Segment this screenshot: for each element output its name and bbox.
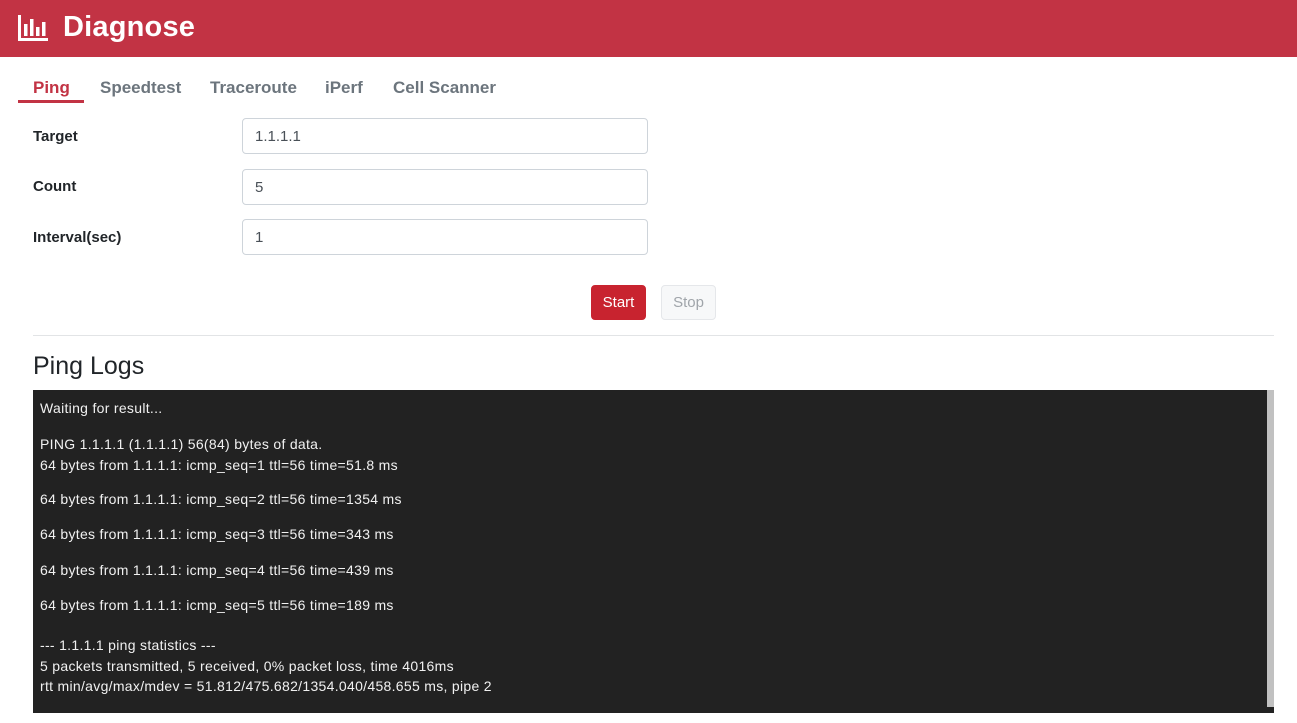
interval-input[interactable] (242, 219, 648, 255)
tab-ping[interactable]: Ping (33, 78, 70, 98)
app-header: Diagnose (0, 0, 1297, 57)
ping-log-output[interactable]: Waiting for result... PING 1.1.1.1 (1.1.… (33, 390, 1274, 713)
stop-button[interactable]: Stop (661, 285, 716, 320)
count-input[interactable] (242, 169, 648, 205)
tab-iperf[interactable]: iPerf (325, 78, 363, 98)
log-line: 5 packets transmitted, 5 received, 0% pa… (40, 658, 454, 674)
section-divider (33, 335, 1274, 336)
log-line: 64 bytes from 1.1.1.1: icmp_seq=1 ttl=56… (40, 457, 398, 473)
log-line: 64 bytes from 1.1.1.1: icmp_seq=3 ttl=56… (40, 526, 394, 542)
app-title: Diagnose (63, 11, 196, 43)
log-scrollbar[interactable] (1267, 390, 1274, 707)
log-line: 64 bytes from 1.1.1.1: icmp_seq=4 ttl=56… (40, 562, 394, 578)
log-line: rtt min/avg/max/mdev = 51.812/475.682/13… (40, 678, 492, 694)
log-line: PING 1.1.1.1 (1.1.1.1) 56(84) bytes of d… (40, 436, 323, 452)
active-tab-indicator (18, 100, 84, 103)
tab-cell-scanner[interactable]: Cell Scanner (393, 78, 496, 98)
log-line: --- 1.1.1.1 ping statistics --- (40, 637, 216, 653)
target-input[interactable] (242, 118, 648, 154)
interval-label: Interval(sec) (33, 229, 122, 246)
bar-chart-icon (18, 15, 48, 41)
log-line: 64 bytes from 1.1.1.1: icmp_seq=2 ttl=56… (40, 491, 402, 507)
start-button[interactable]: Start (591, 285, 646, 320)
tab-traceroute[interactable]: Traceroute (210, 78, 297, 98)
log-line: Waiting for result... (40, 400, 163, 416)
ping-logs-title: Ping Logs (33, 352, 145, 380)
count-label: Count (33, 178, 77, 195)
tab-speedtest[interactable]: Speedtest (100, 78, 181, 98)
log-line: 64 bytes from 1.1.1.1: icmp_seq=5 ttl=56… (40, 597, 394, 613)
target-label: Target (33, 128, 78, 145)
